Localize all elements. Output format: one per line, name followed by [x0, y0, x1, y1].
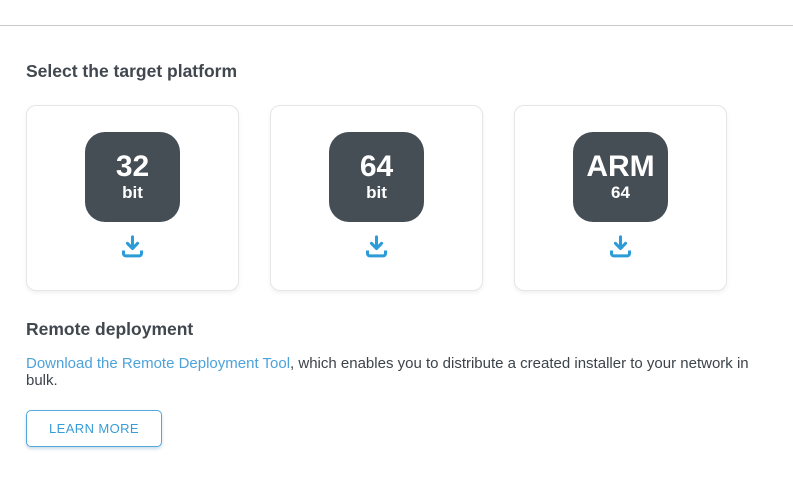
- download-icon: [607, 233, 634, 263]
- badge-line1: 64: [360, 151, 393, 183]
- platform-badge-64bit: 64 bit: [329, 132, 424, 222]
- download-icon: [363, 233, 390, 263]
- badge-line1: 32: [116, 151, 149, 183]
- badge-line2: bit: [366, 183, 387, 203]
- platform-badge-arm64: ARM 64: [573, 132, 668, 222]
- platform-card-32bit[interactable]: 32 bit: [26, 105, 239, 291]
- download-icon: [119, 233, 146, 263]
- download-button-32bit[interactable]: [118, 233, 148, 263]
- remote-deployment-description: Download the Remote Deployment Tool, whi…: [26, 355, 767, 389]
- remote-deployment-tool-link[interactable]: Download the Remote Deployment Tool: [26, 355, 290, 372]
- learn-more-button[interactable]: LEARN MORE: [26, 410, 162, 447]
- main-content: Select the target platform 32 bit 64: [0, 61, 793, 447]
- badge-line2: 64: [611, 183, 630, 203]
- platform-card-arm64[interactable]: ARM 64: [514, 105, 727, 291]
- download-button-arm64[interactable]: [606, 233, 636, 263]
- download-button-64bit[interactable]: [362, 233, 392, 263]
- platform-card-64bit[interactable]: 64 bit: [270, 105, 483, 291]
- remote-deployment-title: Remote deployment: [26, 319, 767, 340]
- platform-cards-row: 32 bit 64 bit: [26, 105, 767, 291]
- platform-badge-32bit: 32 bit: [85, 132, 180, 222]
- badge-line2: bit: [122, 183, 143, 203]
- platform-section-title: Select the target platform: [26, 61, 767, 82]
- badge-line1: ARM: [586, 151, 654, 183]
- top-divider: [0, 0, 793, 26]
